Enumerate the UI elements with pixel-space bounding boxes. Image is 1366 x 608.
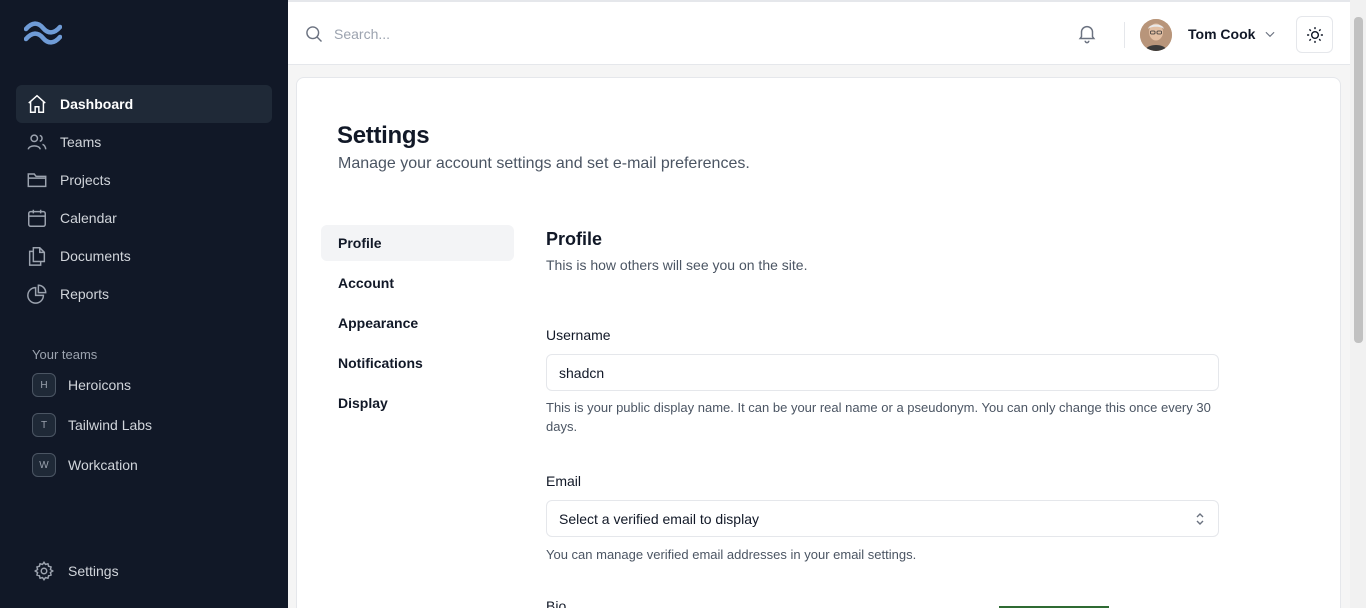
sidebar-item-label: Teams: [60, 134, 102, 150]
theme-toggle-button[interactable]: [1296, 16, 1333, 53]
sidebar-item-label: Documents: [60, 248, 131, 264]
search-input[interactable]: [334, 22, 734, 46]
sidebar-item-label: Projects: [60, 172, 111, 188]
tab-appearance[interactable]: Appearance: [321, 305, 514, 341]
team-label: Tailwind Labs: [68, 417, 153, 433]
team-item-workcation[interactable]: W Workcation: [24, 447, 272, 483]
sidebar-item-dashboard[interactable]: Dashboard: [16, 85, 272, 123]
team-initial-badge: W: [32, 453, 56, 477]
gear-icon: [32, 559, 56, 583]
tab-display[interactable]: Display: [321, 385, 514, 421]
username-help-text: This is your public display name. It can…: [546, 400, 1211, 434]
sidebar-item-label: Reports: [60, 286, 110, 302]
sidebar: Dashboard Teams Projects Calendar Docume…: [0, 0, 288, 608]
profile-heading: Profile: [546, 229, 603, 249]
username-label: Username: [546, 327, 611, 343]
chevron-up-down-icon: [1194, 512, 1206, 526]
email-select[interactable]: Select a verified email to display: [546, 500, 1219, 537]
users-icon: [26, 131, 48, 153]
team-initial-badge: H: [32, 373, 56, 397]
username-field[interactable]: [546, 354, 1219, 391]
sidebar-item-label: Dashboard: [60, 96, 134, 112]
page-scrollbar[interactable]: [1350, 0, 1366, 608]
team-label: Workcation: [68, 457, 138, 473]
avatar[interactable]: [1140, 19, 1172, 51]
sidebar-item-settings[interactable]: Settings: [24, 553, 272, 589]
calendar-icon: [26, 207, 48, 229]
team-item-heroicons[interactable]: H Heroicons: [24, 367, 272, 403]
home-icon: [26, 93, 48, 115]
page-title: Settings: [337, 122, 430, 149]
tab-account[interactable]: Account: [321, 265, 514, 301]
scrollbar-thumb[interactable]: [1354, 17, 1363, 343]
search-icon: [304, 24, 324, 49]
email-select-value: Select a verified email to display: [559, 510, 759, 527]
sun-icon: [1305, 25, 1325, 45]
profile-description: This is how others will see you on the s…: [546, 257, 808, 273]
tab-profile[interactable]: Profile: [321, 225, 514, 261]
email-help-text: You can manage verified email addresses …: [546, 547, 917, 562]
tailwind-logo-icon[interactable]: [24, 20, 62, 46]
tab-notifications[interactable]: Notifications: [321, 345, 514, 381]
sidebar-item-label: Calendar: [60, 210, 117, 226]
topbar: Tom Cook: [288, 0, 1350, 65]
team-item-tailwind-labs[interactable]: T Tailwind Labs: [24, 407, 272, 443]
topbar-divider: [1124, 22, 1125, 48]
sidebar-item-calendar[interactable]: Calendar: [16, 199, 272, 237]
sidebar-item-reports[interactable]: Reports: [16, 275, 272, 313]
team-initial-badge: T: [32, 413, 56, 437]
email-label: Email: [546, 473, 582, 489]
settings-label: Settings: [68, 563, 119, 579]
sidebar-item-teams[interactable]: Teams: [16, 123, 272, 161]
settings-card: Settings Manage your account settings an…: [296, 77, 1341, 608]
folder-icon: [26, 169, 48, 191]
bell-icon[interactable]: [1076, 22, 1098, 49]
documents-icon: [26, 245, 48, 267]
sidebar-item-documents[interactable]: Documents: [16, 237, 272, 275]
teams-section-title: Your teams: [32, 347, 98, 362]
sidebar-item-projects[interactable]: Projects: [16, 161, 272, 199]
user-name[interactable]: Tom Cook: [1188, 26, 1255, 42]
team-label: Heroicons: [68, 377, 132, 393]
chart-pie-icon: [26, 283, 48, 305]
page-subtitle: Manage your account settings and set e-m…: [338, 155, 750, 172]
bio-label: Bio: [546, 598, 567, 608]
chevron-down-icon[interactable]: [1263, 27, 1277, 46]
